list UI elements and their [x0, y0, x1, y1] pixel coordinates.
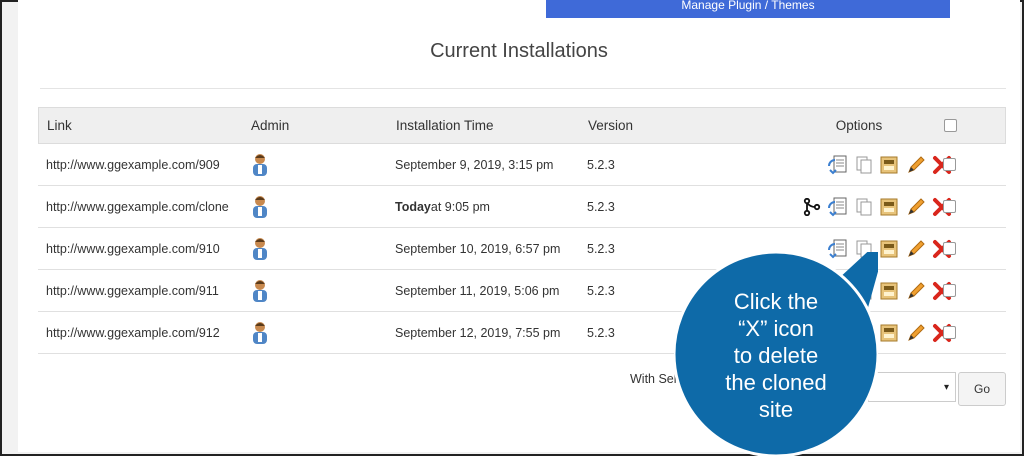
installation-link[interactable]: http://www.ggexample.com/909: [46, 144, 220, 185]
installation-link[interactable]: http://www.ggexample.com/912: [46, 312, 220, 353]
installation-time: September 12, 2019, 7:55 pm: [395, 325, 561, 340]
version: 5.2.3: [587, 241, 615, 256]
staging-icon[interactable]: [879, 196, 901, 218]
table-header: Link Admin Installation Time Version Opt…: [38, 107, 1006, 144]
copy-icon[interactable]: [853, 154, 875, 176]
callout-line-5: site: [758, 397, 794, 422]
installation-time: September 11, 2019, 5:06 pm: [395, 283, 560, 298]
edit-icon[interactable]: [905, 154, 927, 176]
staging-icon[interactable]: [879, 280, 901, 302]
edit-icon[interactable]: [905, 280, 927, 302]
version: 5.2.3: [587, 157, 615, 172]
version: 5.2.3: [587, 199, 615, 214]
row-checkbox[interactable]: [943, 186, 956, 227]
installation-link[interactable]: http://www.ggexample.com/911: [46, 270, 219, 311]
edit-icon[interactable]: [905, 322, 927, 344]
installation-link[interactable]: http://www.ggexample.com/clone: [46, 186, 229, 227]
version: 5.2.3: [587, 283, 615, 298]
table-row: http://www.ggexample.com/909 September 9…: [38, 144, 1006, 186]
go-button[interactable]: Go: [958, 372, 1006, 406]
callout-line-4: the cloned: [725, 370, 827, 395]
installation-time: Today at 9:05 pm: [395, 199, 490, 214]
header-options: Options: [835, 118, 883, 133]
header-admin: Admin: [251, 118, 290, 133]
table-row: http://www.ggexample.com/clone Today at …: [38, 186, 1006, 228]
options-icons: [758, 186, 953, 227]
staging-icon[interactable]: [879, 154, 901, 176]
staging-icon[interactable]: [879, 322, 901, 344]
edit-icon[interactable]: [905, 196, 927, 218]
backup-icon[interactable]: [827, 196, 849, 218]
installation-link[interactable]: http://www.ggexample.com/910: [46, 228, 220, 269]
row-checkbox[interactable]: [943, 312, 956, 353]
header-installation-time: Installation Time: [396, 118, 494, 133]
bulk-action-select[interactable]: ▾: [868, 372, 956, 402]
divider: [40, 88, 1006, 89]
row-checkbox[interactable]: [943, 144, 956, 185]
options-icons: [758, 144, 953, 185]
copy-icon[interactable]: [853, 196, 875, 218]
clone-icon[interactable]: [801, 196, 823, 218]
page-title: Current Installations: [430, 40, 608, 62]
installation-time: September 9, 2019, 3:15 pm: [395, 157, 554, 172]
edit-icon[interactable]: [905, 238, 927, 260]
with-selected-label: With Sel: [630, 372, 677, 386]
callout-line-2: “X” icon: [738, 316, 814, 341]
manage-button[interactable]: Manage Plugin / Themes: [546, 0, 950, 18]
admin-icon[interactable]: [250, 312, 270, 353]
callout-line-1: Click the: [733, 289, 819, 314]
version: 5.2.3: [587, 325, 615, 340]
admin-icon[interactable]: [250, 228, 270, 269]
admin-icon[interactable]: [250, 186, 270, 227]
header-version: Version: [588, 118, 634, 133]
row-checkbox[interactable]: [943, 270, 956, 311]
installation-time: September 10, 2019, 6:57 pm: [395, 241, 561, 256]
callout-line-3: to delete: [733, 343, 819, 368]
row-checkbox[interactable]: [943, 228, 956, 269]
staging-icon[interactable]: [879, 238, 901, 260]
select-all-checkbox[interactable]: [944, 108, 957, 143]
callout-text: Click the “X” icon to delete the cloned …: [680, 288, 872, 423]
header-link: Link: [47, 118, 72, 133]
admin-icon[interactable]: [250, 270, 270, 311]
admin-icon[interactable]: [250, 144, 270, 185]
backup-icon[interactable]: [827, 154, 849, 176]
